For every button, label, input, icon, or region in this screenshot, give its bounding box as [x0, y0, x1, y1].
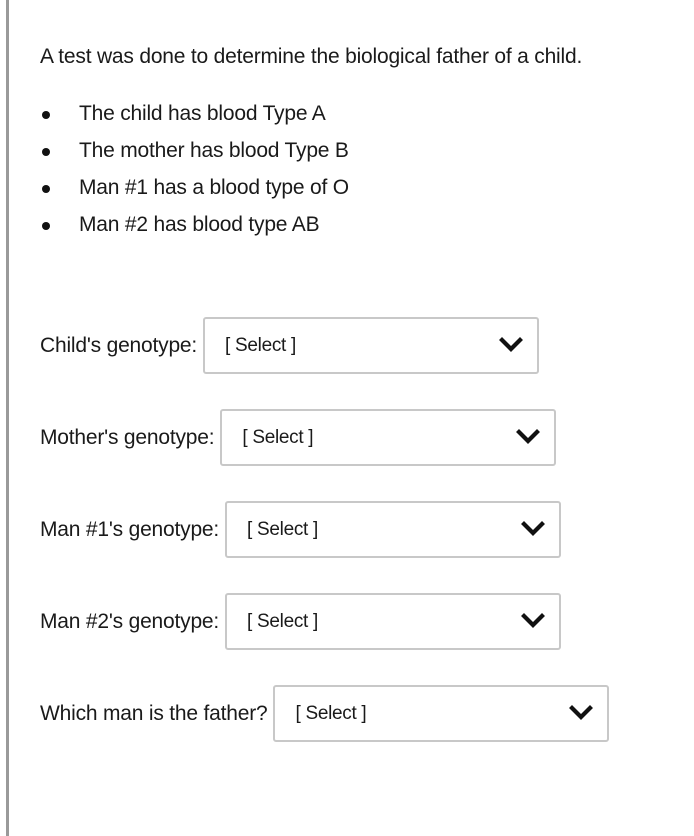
father-question-row: Which man is the father? [ Select ] [40, 685, 610, 742]
mother-genotype-select[interactable]: [ Select ] [220, 409, 557, 466]
child-genotype-label: Child's genotype: [40, 333, 198, 357]
mother-genotype-row: Mother's genotype: [ Select ] [40, 409, 557, 466]
bullet-icon [42, 185, 50, 193]
select-value: [ Select ] [242, 426, 314, 448]
man1-genotype-label: Man #1's genotype: [40, 517, 220, 541]
fact-item-mother: The mother has blood Type B [40, 136, 349, 173]
father-question-label: Which man is the father? [40, 701, 268, 725]
bullet-icon [42, 222, 50, 230]
left-border-rule [6, 0, 9, 836]
chevron-down-icon [569, 704, 594, 720]
child-genotype-row: Child's genotype: [ Select ] [40, 317, 540, 374]
fact-text: Man #1 has a blood type of O [79, 176, 349, 199]
man2-genotype-select[interactable]: [ Select ] [225, 593, 562, 650]
bullet-icon [42, 111, 50, 119]
chevron-down-icon [521, 612, 546, 628]
select-value: [ Select ] [295, 702, 367, 724]
bullet-icon [42, 148, 50, 156]
question-intro: A test was done to determine the biologi… [40, 45, 583, 68]
father-select[interactable]: [ Select ] [273, 685, 610, 742]
child-genotype-select[interactable]: [ Select ] [203, 317, 540, 374]
select-value: [ Select ] [225, 334, 296, 356]
man2-genotype-row: Man #2's genotype: [ Select ] [40, 593, 562, 650]
chevron-down-icon [516, 428, 541, 444]
fact-item-child: The child has blood Type A [40, 99, 349, 136]
fact-item-man1: Man #1 has a blood type of O [40, 173, 349, 210]
chevron-down-icon [521, 520, 546, 536]
chevron-down-icon [499, 336, 524, 352]
select-value: [ Select ] [247, 610, 318, 632]
fact-text: Man #2 has blood type AB [79, 213, 320, 236]
man2-genotype-label: Man #2's genotype: [40, 609, 220, 633]
fact-text: The child has blood Type A [79, 102, 326, 125]
fact-text: The mother has blood Type B [79, 139, 349, 162]
mother-genotype-label: Mother's genotype: [40, 425, 215, 449]
man1-genotype-row: Man #1's genotype: [ Select ] [40, 501, 562, 558]
facts-list: The child has blood Type A The mother ha… [40, 99, 349, 247]
fact-item-man2: Man #2 has blood type AB [40, 210, 349, 247]
man1-genotype-select[interactable]: [ Select ] [225, 501, 562, 558]
select-value: [ Select ] [247, 518, 318, 540]
